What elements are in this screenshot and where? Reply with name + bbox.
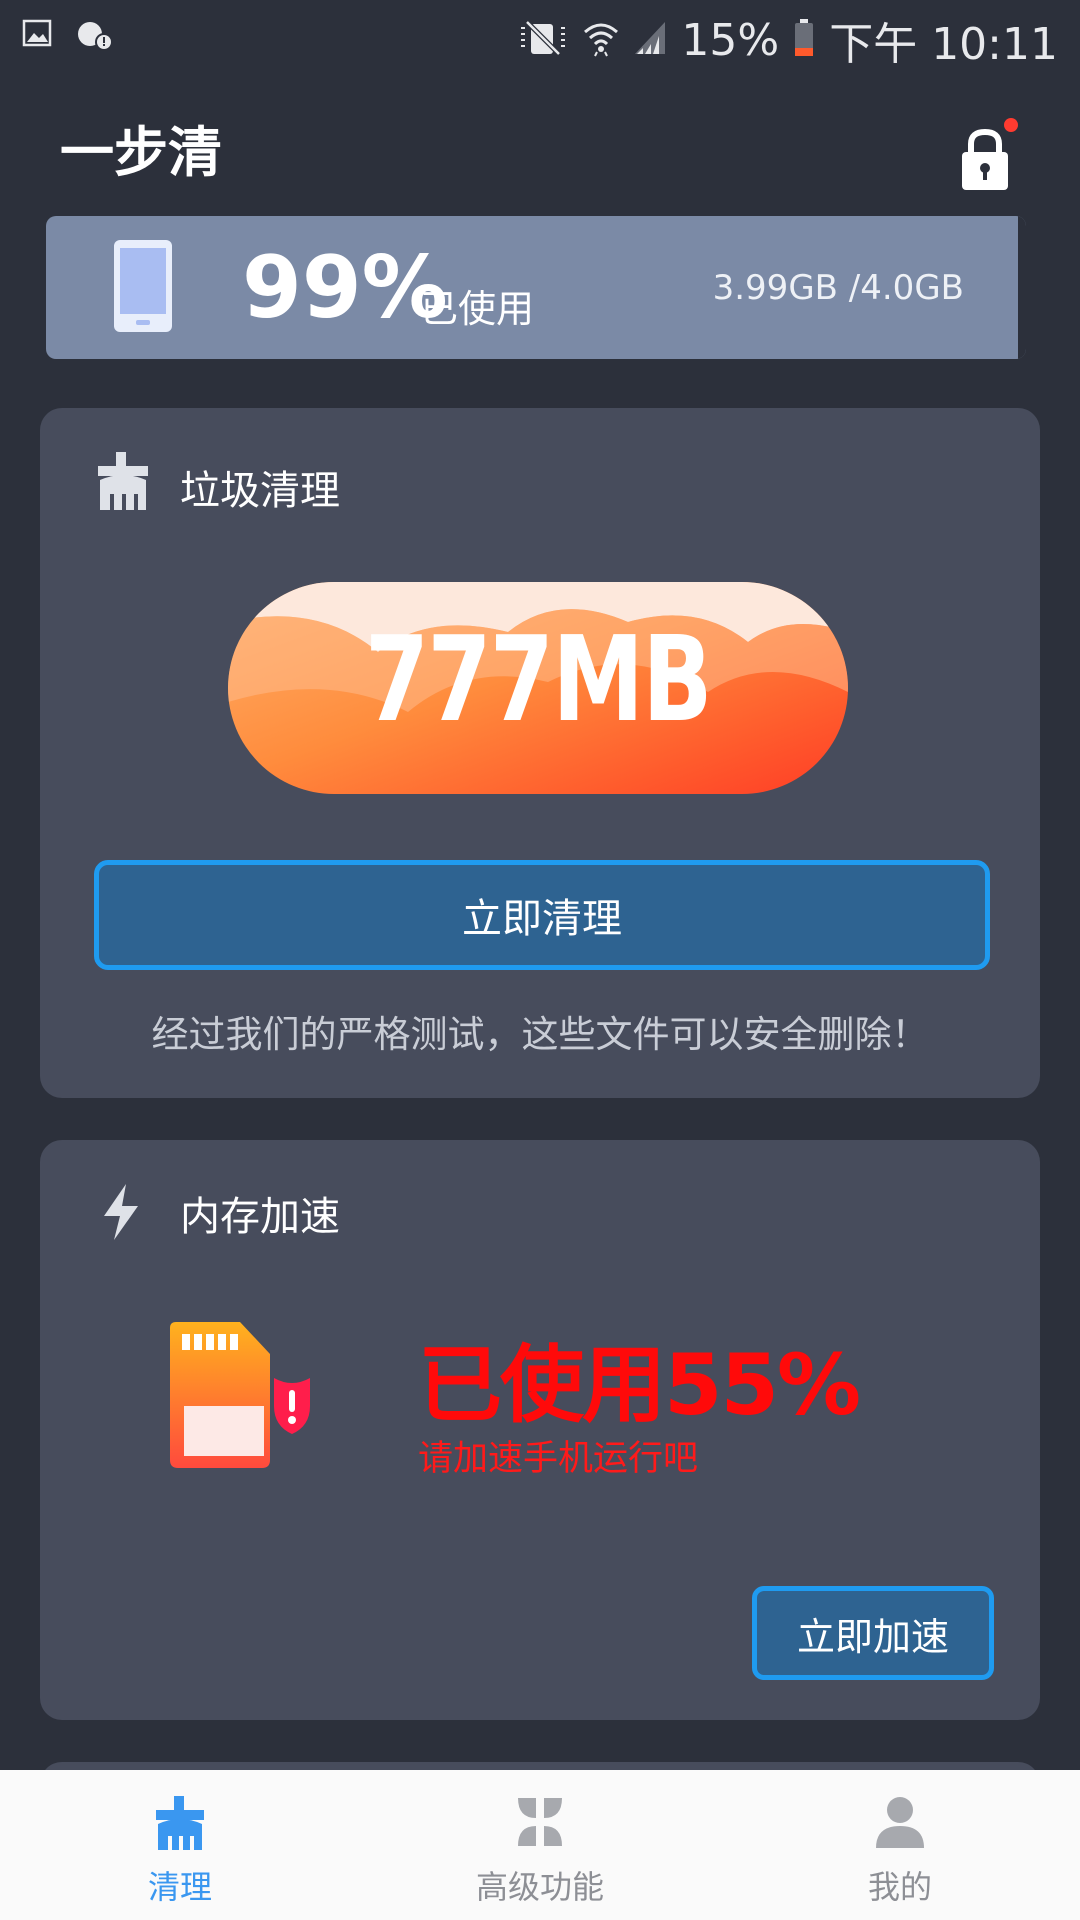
phone-icon xyxy=(112,238,174,338)
storage-size: 3.99GB /4.0GB xyxy=(712,268,964,308)
mute-icon xyxy=(517,18,569,62)
nav-label-clean: 清理 xyxy=(147,1868,212,1906)
notification-badge-icon xyxy=(76,18,116,58)
nav-item-clean[interactable]: 清理 xyxy=(0,1770,360,1920)
status-bar: 15% 下午 10:11 xyxy=(0,0,1080,76)
lightning-icon xyxy=(98,1182,144,1246)
junk-clean-title: 垃圾清理 xyxy=(180,468,340,514)
memory-usage: 已使用55% xyxy=(418,1336,861,1434)
gallery-icon xyxy=(22,18,52,58)
nav-label-advanced: 高级功能 xyxy=(475,1868,604,1906)
memory-card-warning-icon xyxy=(160,1320,360,1494)
memory-hint: 请加速手机运行吧 xyxy=(418,1439,699,1479)
bottom-navigation: 清理 高级功能 我的 xyxy=(0,1770,1080,1920)
junk-amount: 777MB xyxy=(364,610,713,748)
junk-safe-note: 经过我们的严格测试，这些文件可以安全删除！ xyxy=(151,1013,929,1056)
memory-boost-card: 内存加速 已使用55% 请加速手机运行吧 立即加速 xyxy=(40,1140,1040,1720)
lock-button[interactable] xyxy=(958,118,1018,192)
junk-clean-card: 垃圾清理 777MB 立即清理 经过我们的严格测试，这些文件可以安全删除！ xyxy=(40,408,1040,1098)
boost-now-button[interactable]: 立即加速 xyxy=(752,1586,994,1680)
broom-icon xyxy=(154,1794,206,1856)
clean-now-button[interactable]: 立即清理 xyxy=(94,860,990,970)
storage-usage-card: 99% 已使用 3.99GB /4.0GB xyxy=(46,216,1026,359)
notification-dot xyxy=(1004,118,1018,132)
signal-icon xyxy=(633,20,667,60)
clock: 下午 10:11 xyxy=(829,19,1058,70)
memory-boost-title: 内存加速 xyxy=(180,1194,340,1240)
user-icon xyxy=(874,1794,926,1854)
battery-icon xyxy=(793,18,815,62)
broom-icon xyxy=(96,450,152,516)
storage-used-label: 已使用 xyxy=(420,287,535,331)
wifi-icon xyxy=(583,18,619,62)
nav-item-mine[interactable]: 我的 xyxy=(720,1770,1080,1920)
grid-icon xyxy=(514,1794,566,1854)
battery-percent: 15% xyxy=(681,14,780,66)
nav-item-advanced[interactable]: 高级功能 xyxy=(360,1770,720,1920)
storage-edge xyxy=(1018,216,1026,359)
nav-label-mine: 我的 xyxy=(867,1868,932,1906)
junk-amount-pill: 777MB xyxy=(228,582,848,794)
app-title: 一步清 xyxy=(60,121,222,184)
storage-percent: 99% xyxy=(242,238,448,338)
